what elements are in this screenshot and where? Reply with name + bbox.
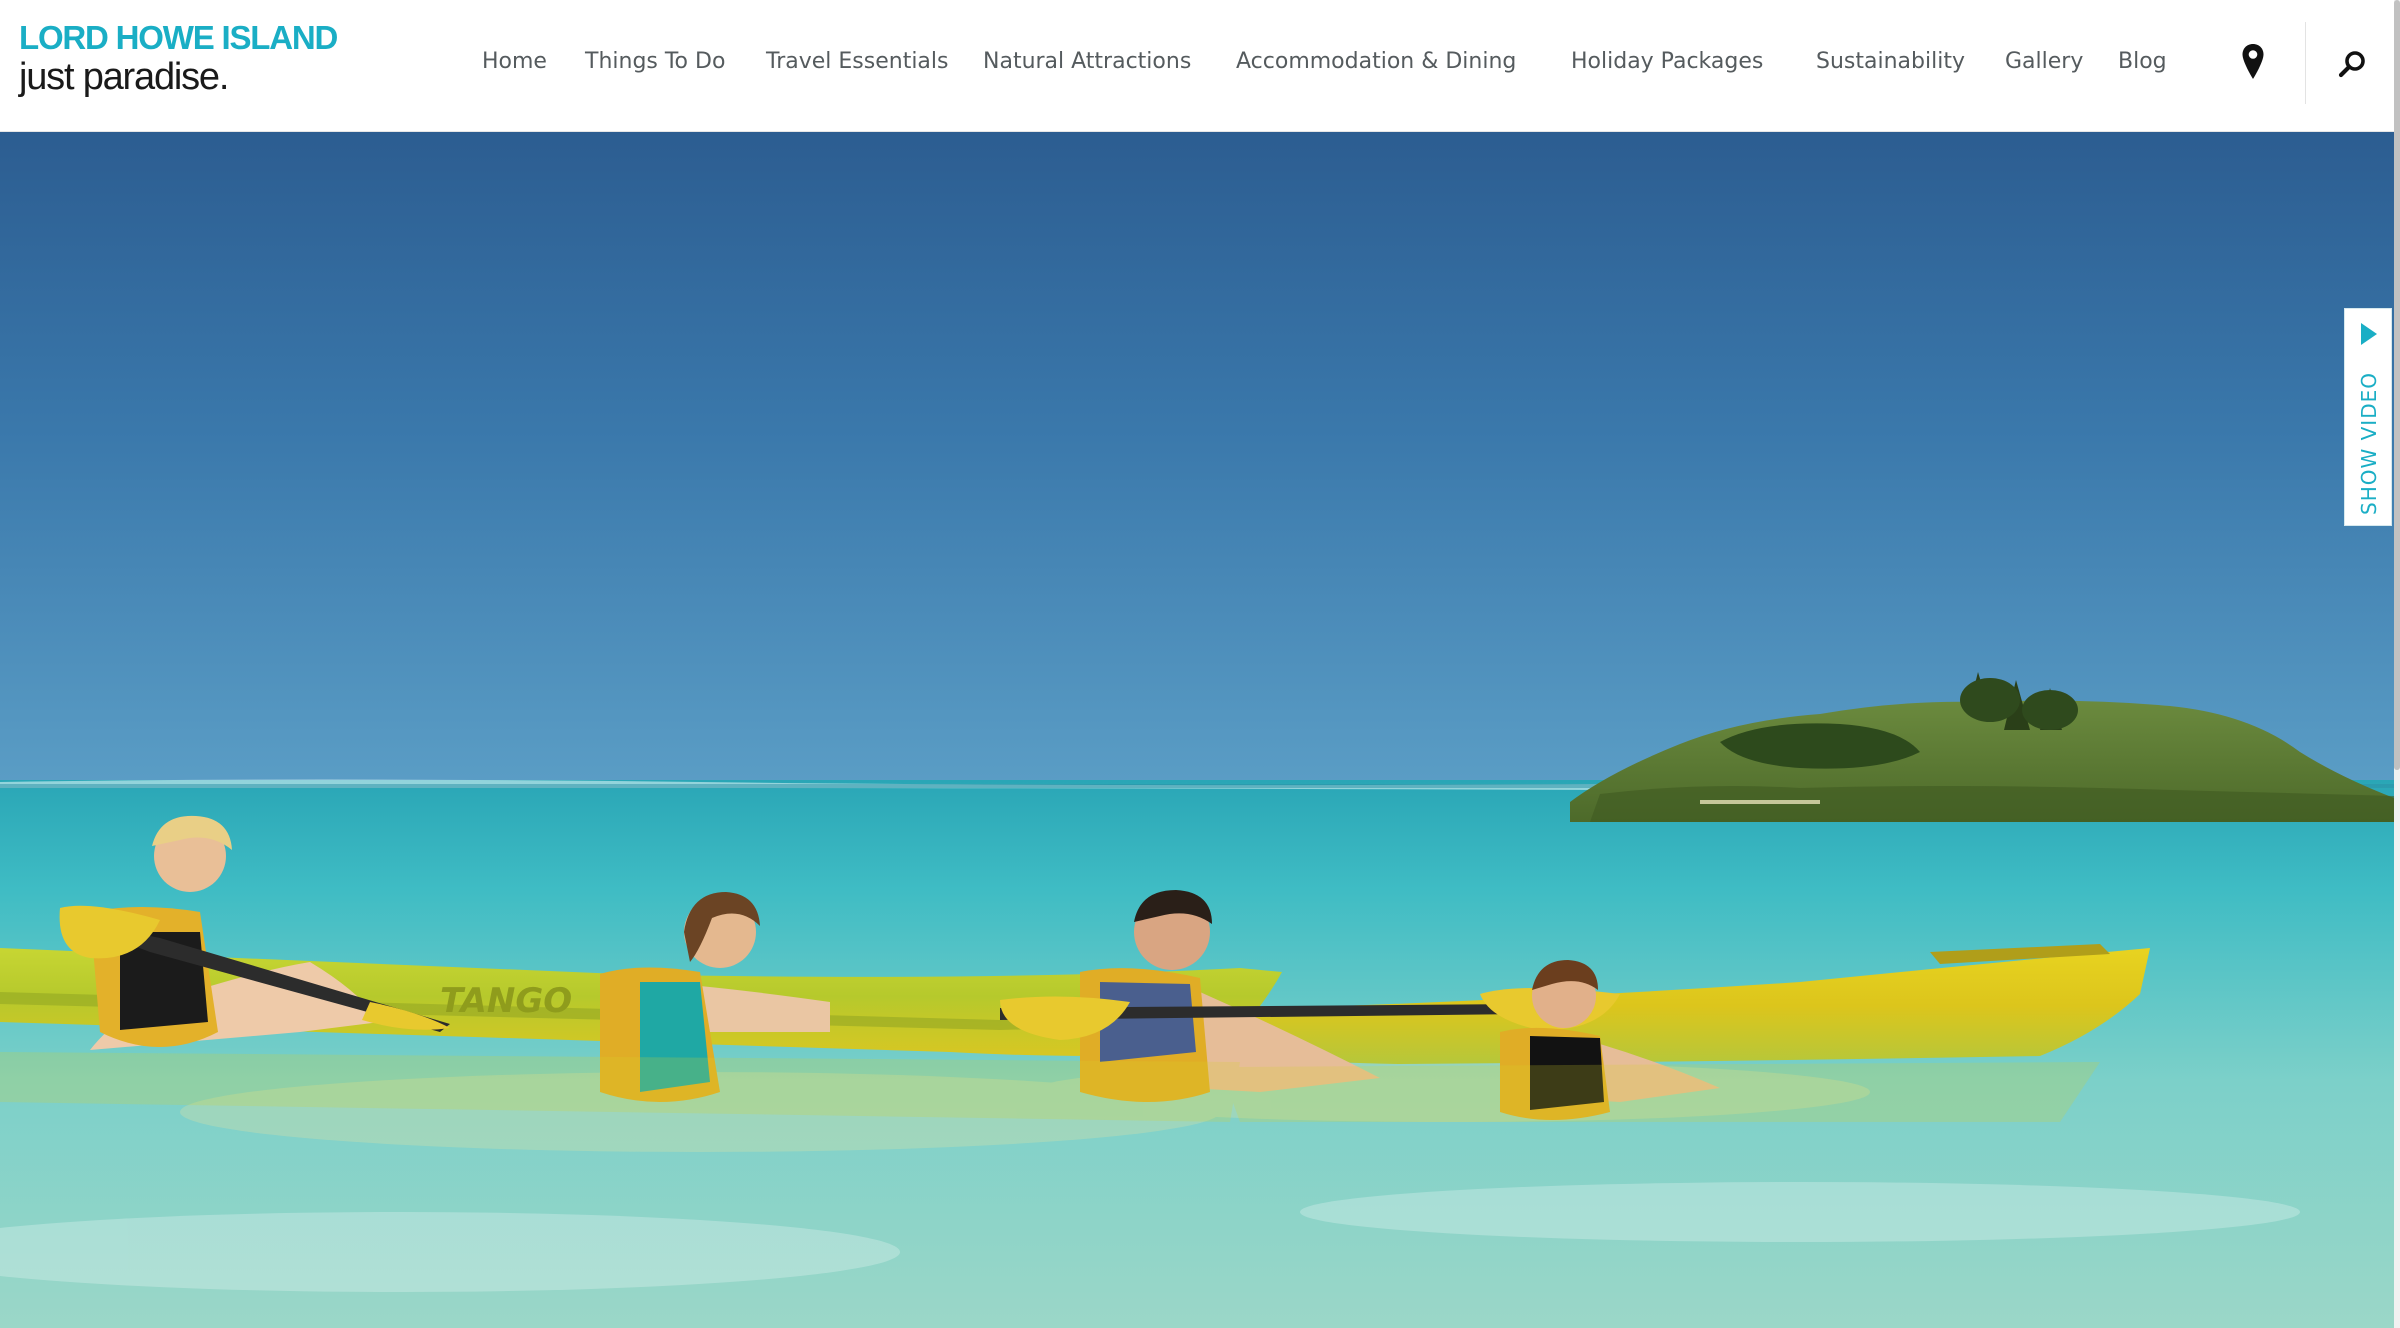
play-icon [2361, 323, 2377, 345]
nav-item-home[interactable]: Home [482, 48, 547, 76]
site-logo[interactable]: LORD HOWE ISLAND just paradise. [19, 19, 338, 99]
map-pin-icon[interactable] [2229, 38, 2277, 86]
page: LORD HOWE ISLAND just paradise. Home Thi… [0, 0, 2400, 1328]
page-scrollbar[interactable] [2394, 0, 2400, 1328]
search-icon[interactable] [2328, 40, 2376, 88]
nav-item-gallery[interactable]: Gallery [2005, 48, 2083, 76]
scrollbar-thumb[interactable] [2394, 0, 2400, 770]
nav-item-travel-essentials[interactable]: Travel Essentials [766, 48, 949, 76]
show-video-button[interactable]: SHOW VIDEO [2344, 308, 2392, 526]
hero-image: TANGO [0, 132, 2394, 1328]
logo-tagline: just paradise. [19, 56, 229, 98]
site-header: LORD HOWE ISLAND just paradise. Home Thi… [0, 0, 2394, 132]
kayak-brand-text: TANGO [440, 981, 572, 1021]
nav-item-things-to-do[interactable]: Things To Do [585, 48, 725, 76]
show-video-label: SHOW VIDEO [2357, 372, 2381, 515]
search-glyph [2338, 51, 2365, 78]
map-pin-glyph [2242, 44, 2264, 79]
header-divider [2305, 22, 2306, 104]
nav-item-sustainability[interactable]: Sustainability [1816, 48, 1965, 76]
hero-photo: TANGO [0, 132, 2394, 1328]
nav-item-blog[interactable]: Blog [2118, 48, 2167, 76]
nav-item-natural-attractions[interactable]: Natural Attractions [983, 48, 1191, 76]
logo-title: LORD HOWE ISLAND [19, 19, 338, 56]
nav-item-accommodation-dining[interactable]: Accommodation & Dining [1236, 48, 1516, 76]
nav-item-holiday-packages[interactable]: Holiday Packages [1571, 48, 1763, 76]
